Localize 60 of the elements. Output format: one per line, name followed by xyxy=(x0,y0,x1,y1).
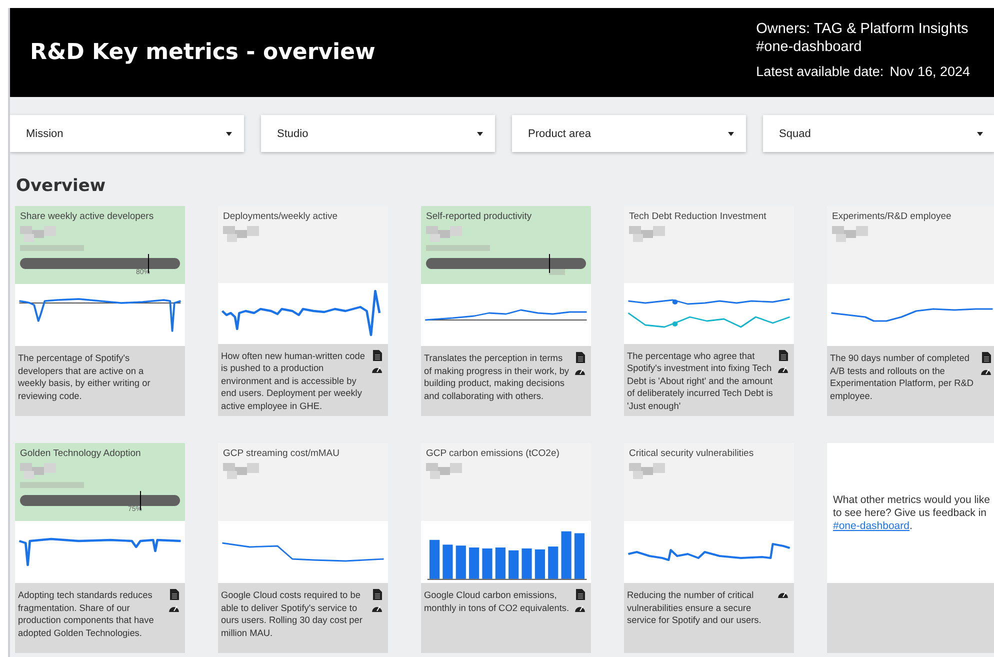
metric-description: Translates the perception in terms of making progress in their work, by building product, making decisions and collaborating with others. xyxy=(424,352,570,403)
owners-text: Owners: TAG & Platform Insights xyxy=(756,20,970,38)
redacted-value-drawing xyxy=(223,226,259,242)
metric-title: GCP streaming cost/mMAU xyxy=(223,448,340,459)
redacted-value-drawing xyxy=(20,463,56,479)
metric-description: The percentage who agree that Spotify's investment into fixing Tech Debt is 'About right' and the amount of deliberately incurred Tech Debt is 'Just enough' xyxy=(627,350,774,412)
redacted-label-drawing xyxy=(549,269,566,275)
document-icon[interactable] xyxy=(778,350,788,360)
metric-title: Self-reported productivity xyxy=(426,211,532,222)
redacted-value-drawing xyxy=(20,226,56,242)
document-icon[interactable] xyxy=(372,350,382,360)
document-icon[interactable] xyxy=(576,589,584,600)
document-icon[interactable] xyxy=(982,352,990,363)
metric-description: The percentage of Spotify's developers that are active on a weekly basis, by either writing or reviewing code. xyxy=(18,352,152,403)
channel-link[interactable]: #one-dashboard xyxy=(833,520,910,532)
speedometer-icon[interactable] xyxy=(168,603,180,613)
metric-title: Golden Technology Adoption xyxy=(20,448,141,459)
metric-description: Google Cloud carbon emissions, monthly in tons of CO2 equivalents. xyxy=(424,589,570,615)
metric-description: How often new human-written code is pushed to a production environment and is accessible by end users. Deployment per weekly active employee in GHE. xyxy=(221,350,366,412)
caret-icon xyxy=(477,132,483,136)
redacted-subtext-drawing xyxy=(426,245,490,251)
channel-text: #one-dashboard xyxy=(756,38,863,56)
redacted-value-drawing xyxy=(223,463,259,479)
caret-icon xyxy=(977,132,983,136)
redacted-subtext-drawing xyxy=(20,482,84,488)
metric-description: Reducing the number of critical vulnerabilities ensure a secure service for Spotify and our users. xyxy=(627,589,762,627)
redacted-value-drawing xyxy=(426,463,462,479)
document-icon[interactable] xyxy=(372,589,382,600)
metric-description: The 90 days number of completed A/B tests and rollouts on the Experimentation Platform, per R&D employee. xyxy=(830,352,974,403)
section-title: Overview xyxy=(16,176,107,196)
metric-description: Adopting tech standards reduces fragmentation. Share of our production components that have adopted Golden Technologies. xyxy=(18,589,155,640)
speedometer-icon[interactable] xyxy=(777,589,789,599)
filter-dropdown[interactable]: Studio xyxy=(261,115,495,152)
redacted-value-drawing xyxy=(629,463,665,479)
caret-icon xyxy=(226,132,232,136)
redacted-value-drawing xyxy=(629,226,665,242)
metric-title: Deployments/weekly active xyxy=(223,211,338,222)
date-value: Nov 16, 2024 xyxy=(890,64,970,79)
metric-title: Critical security vulnerabilities xyxy=(629,448,754,459)
caret-icon xyxy=(728,132,734,136)
date-label: Latest available date: xyxy=(756,64,884,79)
speedometer-icon[interactable] xyxy=(371,603,383,613)
redacted-value-drawing xyxy=(426,226,462,242)
metric-title: Tech Debt Reduction Investment xyxy=(629,211,766,222)
feedback-text: What other metrics would you like to see here? Give us feedback in #one-dashboard. xyxy=(833,494,991,532)
redacted-value-drawing xyxy=(832,226,868,242)
filter-dropdown[interactable]: Product area xyxy=(512,115,746,152)
document-icon[interactable] xyxy=(576,352,584,363)
speedometer-icon[interactable] xyxy=(574,603,586,613)
metric-title: Experiments/R&D employee xyxy=(832,211,952,222)
metric-description: Google Cloud costs required to be able to deliver Spotify's service to ours users. Rolling 30 day cost per million MAU. xyxy=(221,589,364,640)
metric-title: GCP carbon emissions (tCO2e) xyxy=(426,448,560,459)
metric-title: Share weekly active developers xyxy=(20,211,154,222)
filter-dropdown[interactable]: Mission xyxy=(10,115,244,152)
speedometer-icon[interactable] xyxy=(980,366,992,376)
filter-dropdown[interactable]: Squad xyxy=(763,115,994,152)
dashboard-title: R&D Key metrics - overview xyxy=(30,40,376,65)
speedometer-icon[interactable] xyxy=(574,366,586,376)
redacted-subtext-drawing xyxy=(20,245,84,251)
document-icon[interactable] xyxy=(170,589,178,600)
